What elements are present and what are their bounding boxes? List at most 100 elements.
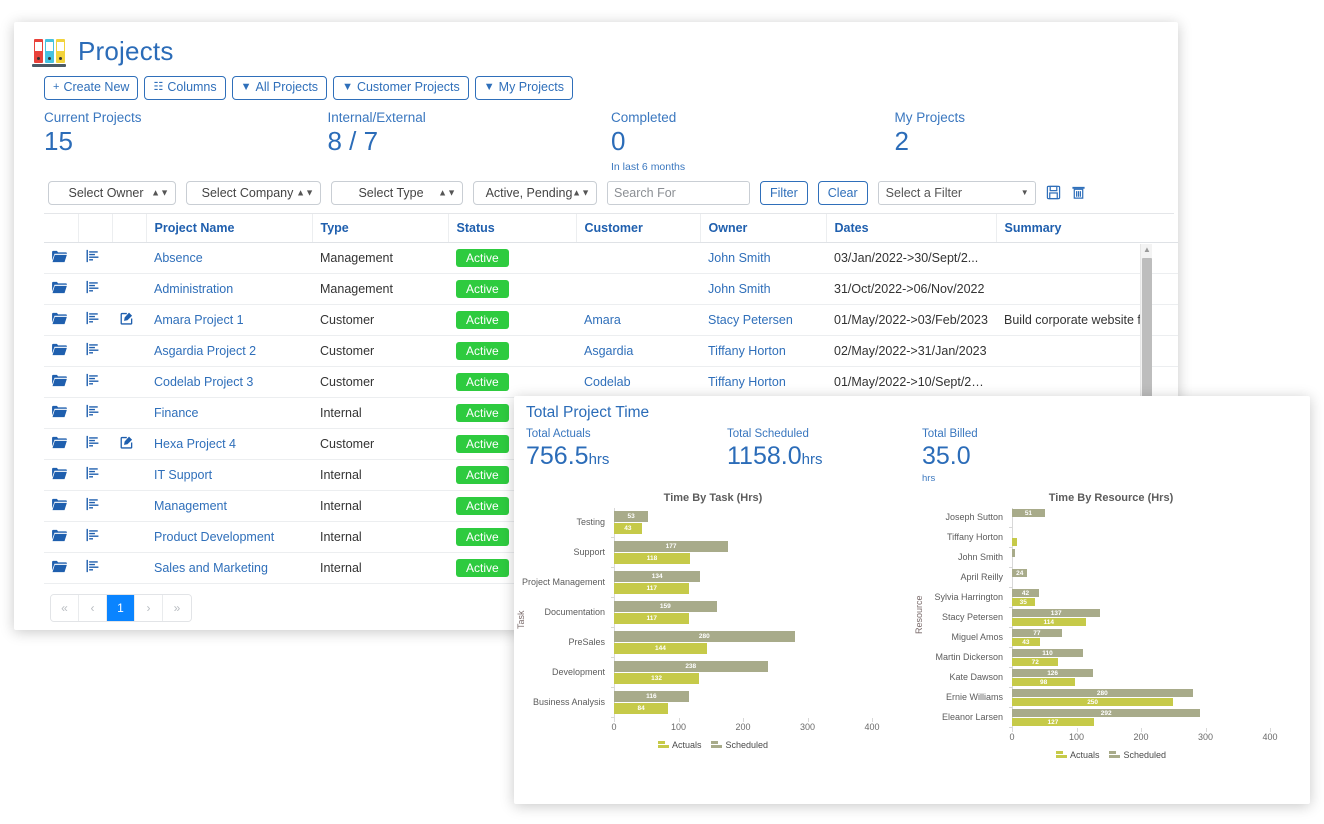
page-1-button[interactable]: 1 <box>107 594 135 621</box>
pagination: « ‹ 1 › » <box>50 593 192 622</box>
project-name-link[interactable]: Codelab Project 3 <box>154 375 253 389</box>
save-icon[interactable] <box>1046 185 1061 200</box>
legend-swatch-scheduled-icon <box>1109 751 1121 759</box>
project-name-link[interactable]: Management <box>154 499 227 513</box>
bar-report-icon[interactable] <box>86 373 100 390</box>
page-prev-button[interactable]: ‹ <box>79 594 107 621</box>
col-type[interactable]: Type <box>312 213 449 243</box>
owner-link[interactable]: Tiffany Horton <box>708 375 786 389</box>
table-row[interactable]: Amara Project 1 Customer Active Amara Stacy … <box>44 304 1178 336</box>
bar-report-icon[interactable] <box>86 559 100 576</box>
table-row[interactable]: Absence Management Active John Smith 03/Jan/… <box>44 242 1178 274</box>
folder-icon[interactable] <box>52 343 67 359</box>
folder-icon[interactable] <box>52 560 67 576</box>
project-name-link[interactable]: Finance <box>154 406 198 420</box>
bar-report-icon[interactable] <box>86 497 100 514</box>
bar-scheduled-value: 116 <box>646 693 657 700</box>
folder-icon[interactable] <box>52 529 67 545</box>
my-projects-button[interactable]: ▼ My Projects <box>474 76 573 100</box>
project-name-link[interactable]: Amara Project 1 <box>154 313 244 327</box>
col-project-name[interactable]: Project Name <box>146 213 313 243</box>
customer-projects-button[interactable]: ▼ Customer Projects <box>333 76 469 100</box>
table-row[interactable]: Administration Management Active John Smith… <box>44 273 1178 305</box>
owner-link[interactable]: Stacy Petersen <box>708 313 793 327</box>
project-name-link[interactable]: Absence <box>154 251 203 265</box>
bar-report-icon[interactable] <box>86 435 100 452</box>
all-projects-button[interactable]: ▼ All Projects <box>231 76 328 100</box>
folder-icon[interactable] <box>52 312 67 328</box>
bar-report-icon[interactable] <box>86 342 100 359</box>
col-edit[interactable] <box>112 213 147 243</box>
col-report[interactable] <box>78 213 113 243</box>
customer-link[interactable]: Amara <box>584 313 621 327</box>
tpt-kpi-total-billed: Total Billed 35.0 hrs <box>922 428 1115 484</box>
project-name-link[interactable]: Hexa Project 4 <box>154 437 236 451</box>
columns-button[interactable]: ☷ Columns <box>144 76 226 100</box>
bar-scheduled-value: 126 <box>1047 669 1059 677</box>
folder-icon[interactable] <box>52 498 67 514</box>
project-name-link[interactable]: Administration <box>154 282 233 296</box>
project-name-link[interactable]: Sales and Marketing <box>154 561 268 575</box>
bar-actuals-value: 35 <box>1019 598 1027 606</box>
legend-label: Scheduled <box>1123 750 1167 760</box>
folder-icon[interactable] <box>52 467 67 483</box>
select-owner[interactable]: Select Owner <box>48 180 176 205</box>
project-name-link[interactable]: IT Support <box>154 468 212 482</box>
owner-link[interactable]: John Smith <box>708 282 771 296</box>
filter-button[interactable]: Filter <box>760 180 808 205</box>
folder-icon[interactable] <box>52 281 67 297</box>
bar-report-icon[interactable] <box>86 528 100 545</box>
legend-swatch-actuals-icon <box>1055 751 1067 759</box>
owner-link[interactable]: John Smith <box>708 251 771 265</box>
folder-icon[interactable] <box>52 374 67 390</box>
folder-icon[interactable] <box>52 436 67 452</box>
folder-icon[interactable] <box>52 405 67 421</box>
page-first-button[interactable]: « <box>51 594 79 621</box>
edit-pencil-icon[interactable] <box>120 311 134 328</box>
clear-button[interactable]: Clear <box>817 180 868 205</box>
trash-icon[interactable] <box>1071 185 1086 200</box>
bar-actuals-value: 127 <box>1047 718 1059 726</box>
col-folder[interactable] <box>44 213 79 243</box>
customer-link[interactable]: Codelab <box>584 375 631 389</box>
folder-icon[interactable] <box>52 250 67 266</box>
col-status[interactable]: Status <box>448 213 577 243</box>
bar-report-icon[interactable] <box>86 280 100 297</box>
plus-icon: + <box>53 81 60 94</box>
bar-report-icon[interactable] <box>86 249 100 266</box>
customer-link[interactable]: Asgardia <box>584 344 633 358</box>
col-owner[interactable]: Owner <box>700 213 827 243</box>
page-title: Projects <box>78 35 174 66</box>
x-tick-label: 200 <box>1133 732 1149 742</box>
table-row[interactable]: Codelab Project 3 Customer Active Codelab Ti… <box>44 366 1178 398</box>
select-company[interactable]: Select Company <box>186 180 321 205</box>
scroll-up-icon[interactable]: ▲ <box>1143 245 1151 254</box>
tpt-kpi-unit: hrs <box>588 451 610 468</box>
x-tick-label: 300 <box>799 722 816 732</box>
kpi-strip: Current Projects 15 Internal/External 8 … <box>14 106 1178 173</box>
chart-time-by-resource: Time By Resource (Hrs) Resource Joseph Su… <box>912 492 1310 760</box>
project-name-link[interactable]: Asgardia Project 2 <box>154 344 256 358</box>
edit-pencil-icon[interactable] <box>120 435 134 452</box>
page-next-button[interactable]: › <box>135 594 163 621</box>
select-status[interactable]: Active, Pending <box>473 180 597 205</box>
bar-report-icon[interactable] <box>86 311 100 328</box>
col-customer[interactable]: Customer <box>576 213 701 243</box>
page-last-button[interactable]: » <box>163 594 191 621</box>
col-dates[interactable]: Dates <box>826 213 997 243</box>
create-new-button[interactable]: + Create New <box>44 76 139 100</box>
chart-category-row: Sylvia Harrington 42 35 <box>912 588 1310 608</box>
select-type[interactable]: Select Type <box>331 180 463 205</box>
project-name-link[interactable]: Product Development <box>154 530 274 544</box>
bar-report-icon[interactable] <box>86 466 100 483</box>
saved-filter-select[interactable]: Select a Filter <box>877 180 1036 205</box>
kpi-current-projects: Current Projects 15 <box>44 110 328 173</box>
table-row[interactable]: Asgardia Project 2 Customer Active Asgardia… <box>44 335 1178 367</box>
bar-report-icon[interactable] <box>86 404 100 421</box>
x-tick-label: 0 <box>611 722 617 732</box>
owner-link[interactable]: Tiffany Horton <box>708 344 786 358</box>
search-input[interactable] <box>607 180 750 205</box>
kpi-completed: Completed 0 In last 6 months <box>611 110 895 173</box>
chart-category-row: April Reilly 24 <box>912 568 1310 588</box>
col-summary[interactable]: Summary <box>996 213 1178 243</box>
